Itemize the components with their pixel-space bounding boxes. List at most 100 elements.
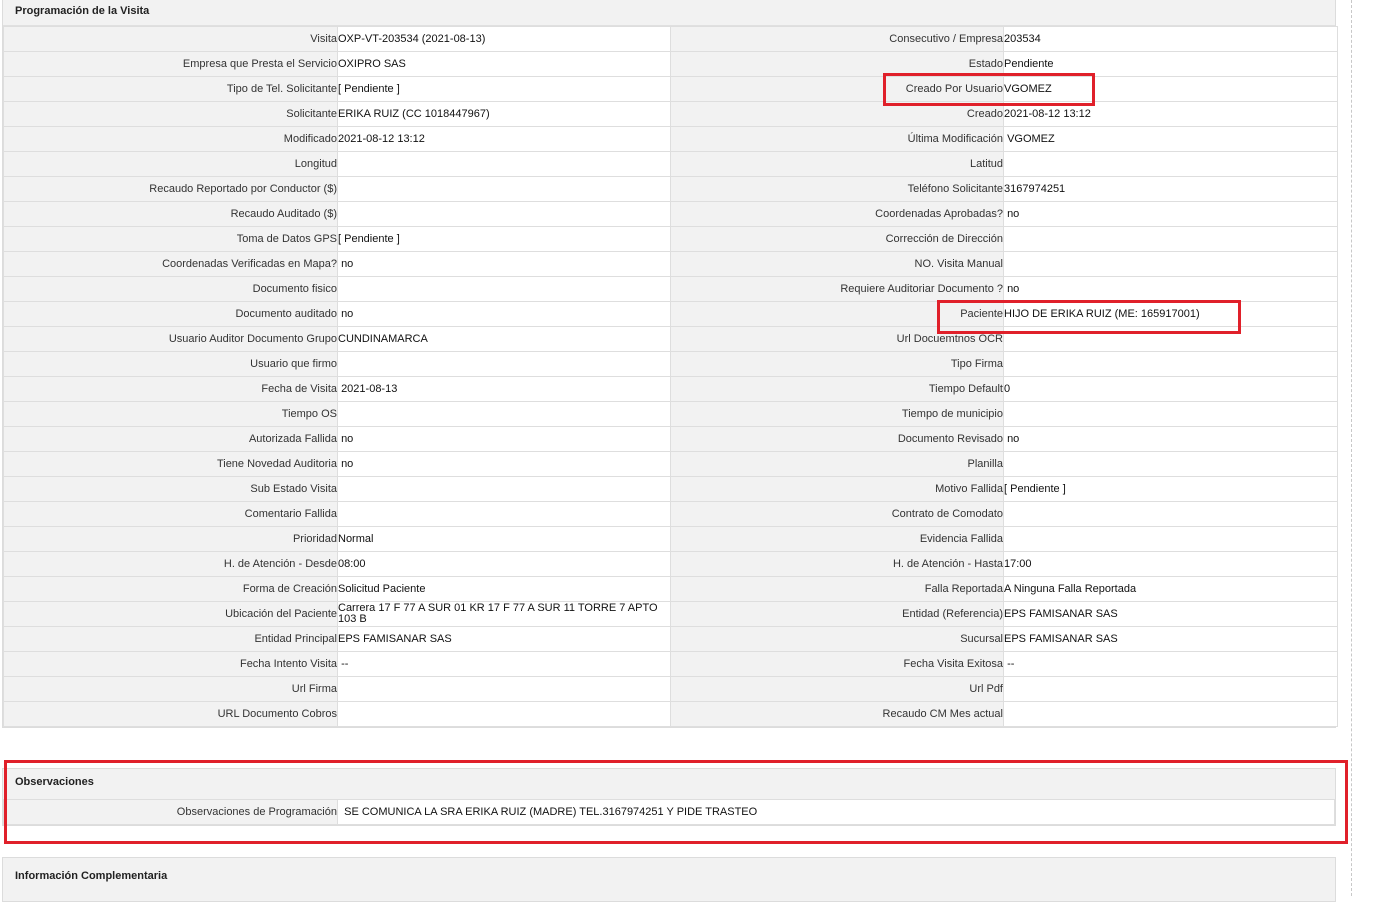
table-row: Sub Estado Visita Motivo Fallida[ Pendien… bbox=[3, 476, 1338, 502]
field-value: VGOMEZ bbox=[1003, 126, 1338, 152]
field-value: Normal bbox=[337, 526, 671, 552]
field-label: Fecha Intento Visita bbox=[3, 651, 338, 677]
field-value: VGOMEZ bbox=[1003, 76, 1338, 102]
field-value bbox=[1003, 151, 1338, 177]
field-value: [ Pendiente ] bbox=[337, 76, 671, 102]
table-row: Fecha Intento Visita -- Fecha Visita Exit… bbox=[3, 651, 1338, 677]
table-row: Entidad Principal EPS FAMISANAR SAS Sucurs… bbox=[3, 626, 1338, 652]
field-value: CUNDINAMARCA bbox=[337, 326, 671, 352]
field-label: H. de Atención - Hasta bbox=[670, 551, 1004, 577]
field-label: Coordenadas Verificadas en Mapa? bbox=[3, 251, 338, 277]
table-row: Recaudo Reportado por Conductor ($) Teléf… bbox=[3, 176, 1338, 202]
field-label: Longitud bbox=[3, 151, 338, 177]
observaciones-value: SE COMUNICA LA SRA ERIKA RUIZ (MADRE) TE… bbox=[337, 799, 1335, 825]
table-row: Documento auditado no Paciente HIJO DE ERI… bbox=[3, 301, 1338, 327]
table-row: Tipo de Tel. Solicitante[ Pendiente ] Cre… bbox=[3, 76, 1338, 102]
table-row: Modificado 2021-08-12 13:12 Última Modific… bbox=[3, 126, 1338, 152]
field-label: Usuario que firmo bbox=[3, 351, 338, 377]
field-label: Sucursal bbox=[670, 626, 1004, 652]
field-label: Autorizada Fallida bbox=[3, 426, 338, 452]
field-label: Teléfono Solicitante bbox=[670, 176, 1004, 202]
field-label: Creado bbox=[670, 101, 1004, 127]
field-label: Forma de Creación bbox=[3, 576, 338, 602]
table-row: Empresa que Presta el Servicio OXIPRO SAS… bbox=[3, 51, 1338, 77]
field-value bbox=[337, 476, 671, 502]
field-label: Evidencia Fallida bbox=[670, 526, 1004, 552]
field-value: Carrera 17 F 77 A SUR 01 KR 17 F 77 A SU… bbox=[337, 601, 671, 627]
table-row: Recaudo Auditado ($) Coordenadas Aprobada… bbox=[3, 201, 1338, 227]
field-label: Prioridad bbox=[3, 526, 338, 552]
field-label: H. de Atención - Desde bbox=[3, 551, 338, 577]
observaciones-panel: Observaciones Observaciones de Programac… bbox=[2, 768, 1336, 826]
field-value: no bbox=[337, 426, 671, 452]
field-label: Recaudo Reportado por Conductor ($) bbox=[3, 176, 338, 202]
field-label: Entidad Principal bbox=[3, 626, 338, 652]
field-value bbox=[337, 676, 671, 702]
field-value: 3167974251 bbox=[1003, 176, 1338, 202]
table-row: Documento fisico Requiere Auditoriar Docu… bbox=[3, 276, 1338, 302]
field-label: Fecha Visita Exitosa bbox=[670, 651, 1004, 677]
table-row: H. de Atención - Desde 08:00 H. de Atenció… bbox=[3, 551, 1338, 577]
field-value bbox=[1003, 401, 1338, 427]
field-value: no bbox=[337, 301, 671, 327]
observaciones-label: Observaciones de Programación bbox=[3, 799, 338, 825]
field-label: Url Docuemtnos OCR bbox=[670, 326, 1004, 352]
field-value: no bbox=[1003, 201, 1338, 227]
field-label: Url Pdf bbox=[670, 676, 1004, 702]
field-label: Consecutivo / Empresa bbox=[670, 26, 1004, 52]
field-value bbox=[337, 401, 671, 427]
field-label: URL Documento Cobros bbox=[3, 701, 338, 727]
field-label: Tiempo Default bbox=[670, 376, 1004, 402]
field-label: Documento fisico bbox=[3, 276, 338, 302]
table-row: Toma de Datos GPS[ Pendiente ] Corrección… bbox=[3, 226, 1338, 252]
section-title-observaciones: Observaciones bbox=[3, 769, 1335, 799]
field-label: Latitud bbox=[670, 151, 1004, 177]
field-value bbox=[1003, 251, 1338, 277]
field-value: EPS FAMISANAR SAS bbox=[1003, 626, 1338, 652]
section-title-complementaria: Información Complementaria bbox=[3, 858, 1335, 894]
table-row: Usuario Auditor Documento Grupo CUNDINAMA… bbox=[3, 326, 1338, 352]
field-value: OXIPRO SAS bbox=[337, 51, 671, 77]
section-title-programacion: Programación de la Visita bbox=[3, 0, 1335, 26]
field-value bbox=[337, 276, 671, 302]
field-label: Toma de Datos GPS bbox=[3, 226, 338, 252]
field-value: 203534 bbox=[1003, 26, 1338, 52]
table-row: Tiene Novedad Auditoria no Planilla bbox=[3, 451, 1338, 477]
field-label: Recaudo CM Mes actual bbox=[670, 701, 1004, 727]
field-label: Planilla bbox=[670, 451, 1004, 477]
field-label: Empresa que Presta el Servicio bbox=[3, 51, 338, 77]
field-value bbox=[337, 701, 671, 727]
field-label: Estado bbox=[670, 51, 1004, 77]
field-value bbox=[337, 176, 671, 202]
field-label: Recaudo Auditado ($) bbox=[3, 201, 338, 227]
field-label: Tiene Novedad Auditoria bbox=[3, 451, 338, 477]
field-value: -- bbox=[337, 651, 671, 677]
field-value: EPS FAMISANAR SAS bbox=[337, 626, 671, 652]
field-value: 2021-08-13 bbox=[337, 376, 671, 402]
field-value: 2021-08-12 13:12 bbox=[337, 126, 671, 152]
field-value bbox=[1003, 501, 1338, 527]
field-value: ERIKA RUIZ (CC 1018447967) bbox=[337, 101, 671, 127]
field-value: 17:00 bbox=[1003, 551, 1338, 577]
field-value bbox=[337, 351, 671, 377]
field-value: A Ninguna Falla Reportada bbox=[1003, 576, 1338, 602]
field-value: OXP-VT-203534 (2021-08-13) bbox=[337, 26, 671, 52]
field-value: -- bbox=[1003, 651, 1338, 677]
field-value: Pendiente bbox=[1003, 51, 1338, 77]
field-label: Creado Por Usuario bbox=[670, 76, 1004, 102]
field-label: Solicitante bbox=[3, 101, 338, 127]
field-value: [ Pendiente ] bbox=[1003, 476, 1338, 502]
field-value bbox=[1003, 526, 1338, 552]
field-label: Motivo Fallida bbox=[670, 476, 1004, 502]
field-value bbox=[1003, 676, 1338, 702]
field-label: Comentario Fallida bbox=[3, 501, 338, 527]
table-row: Solicitante ERIKA RUIZ (CC 1018447967) Cre… bbox=[3, 101, 1338, 127]
field-label: Ubicación del Paciente bbox=[3, 601, 338, 627]
field-value: 0 bbox=[1003, 376, 1338, 402]
table-row: Observaciones de Programación SE COMUNIC… bbox=[3, 799, 1335, 825]
table-row: Url Firma Url Pdf bbox=[3, 676, 1338, 702]
field-label: Falla Reportada bbox=[670, 576, 1004, 602]
field-value: HIJO DE ERIKA RUIZ (ME: 165917001) bbox=[1003, 301, 1338, 327]
table-row: Ubicación del Paciente Carrera 17 F 77 A … bbox=[3, 601, 1338, 627]
field-value: 2021-08-12 13:12 bbox=[1003, 101, 1338, 127]
